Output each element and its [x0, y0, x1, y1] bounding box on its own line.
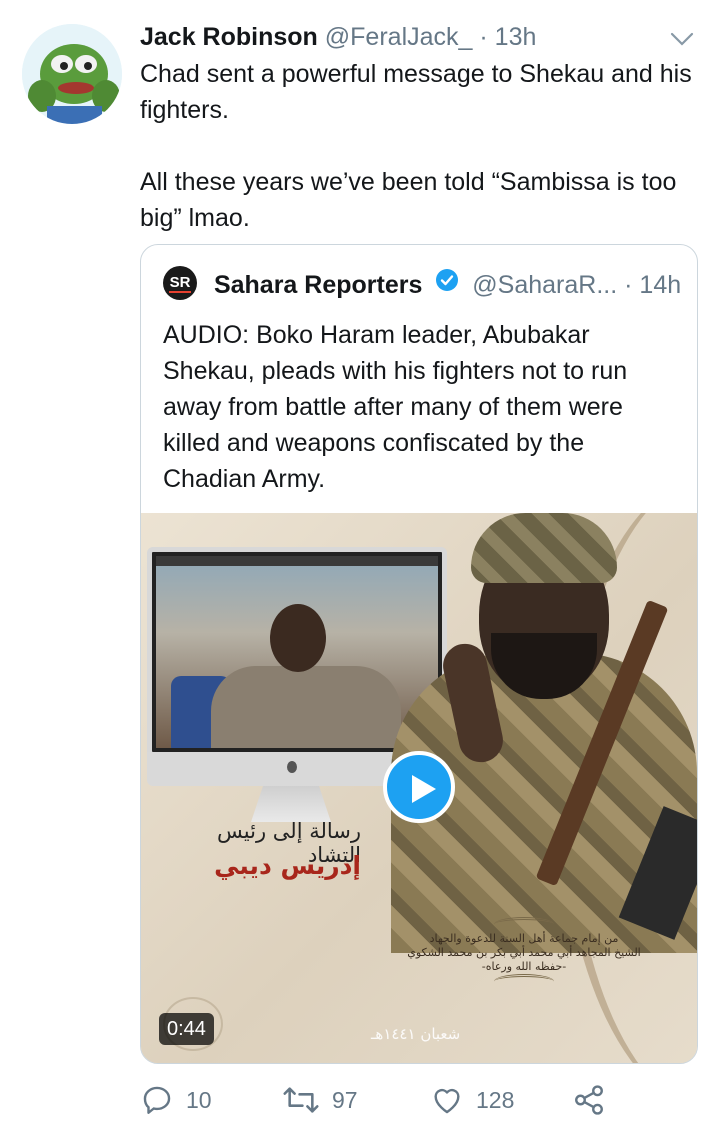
reply-count: 10 [186, 1086, 212, 1113]
separator-dot: · [479, 23, 488, 51]
cartouche-line: الشيخ المجاهد أبي محمد أبي بكر بن محمد ا… [407, 946, 641, 959]
tweet-text: Chad sent a powerful message to Shekau a… [140, 56, 700, 236]
retweet-button[interactable]: 97 [282, 1080, 358, 1120]
quoted-tweet-header: SR Sahara Reporters @SaharaR... · 14h [163, 266, 683, 303]
like-button[interactable]: 128 [430, 1080, 514, 1120]
like-count: 128 [476, 1086, 515, 1113]
chevron-down-icon[interactable] [664, 26, 700, 52]
quoted-tweet-text: AUDIO: Boko Haram leader, Abubakar Sheka… [163, 321, 628, 493]
video-thumbnail[interactable]: رسالة إلى رئيس التشاد إدريس ديبي من إمام… [141, 513, 697, 1063]
author-handle[interactable]: @FeralJack_ [325, 23, 473, 51]
author-name[interactable]: Jack Robinson [140, 23, 318, 51]
poster-cartouche: من إمام جماعة أهل السنة للدعوة والجهاد ا… [397, 917, 651, 1013]
tweet-time[interactable]: 13h [495, 23, 537, 51]
reply-icon [143, 1086, 171, 1114]
tweet-actions: 10 97 128 [140, 1080, 700, 1120]
speaker-image [391, 513, 697, 953]
cartouche-line: -حفظه الله ورعاه- [481, 960, 567, 973]
quoted-author-name[interactable]: Sahara Reporters [214, 271, 422, 299]
play-icon [412, 775, 436, 803]
tweet-text-paragraph-1: Chad sent a powerful message to Shekau a… [140, 60, 692, 124]
sahara-reporters-logo: SR [163, 266, 197, 301]
verified-badge-icon [435, 266, 459, 302]
poster-date: شعبان ١٤٤١هـ [371, 1025, 461, 1043]
pepe-avatar-icon [22, 24, 122, 124]
poster-title-line-2: إدريس ديبي [214, 851, 361, 880]
retweet-count: 97 [332, 1086, 358, 1113]
monitor-stand [251, 786, 331, 822]
quoted-author-handle[interactable]: @SaharaR... [472, 271, 617, 299]
cartouche-line: من إمام جماعة أهل السنة للدعوة والجهاد [429, 932, 619, 945]
heart-icon [434, 1088, 460, 1114]
reply-button[interactable]: 10 [140, 1080, 212, 1120]
avatar[interactable] [22, 24, 122, 124]
video-duration: 0:44 [159, 1013, 214, 1045]
share-button[interactable] [572, 1080, 618, 1120]
tweet-header: Jack Robinson @FeralJack_ · 13h [140, 20, 700, 56]
play-button[interactable] [383, 751, 455, 823]
tweet-text-paragraph-2: All these years we’ve been told “Sambiss… [140, 168, 677, 232]
share-icon [575, 1085, 603, 1115]
quoted-tweet-time[interactable]: 14h [639, 271, 681, 299]
quoted-tweet-card[interactable]: SR Sahara Reporters @SaharaR... · 14h AU… [140, 244, 698, 1064]
retweet-icon [283, 1087, 319, 1113]
apple-logo-icon [287, 761, 297, 773]
separator-dot: · [624, 271, 633, 299]
